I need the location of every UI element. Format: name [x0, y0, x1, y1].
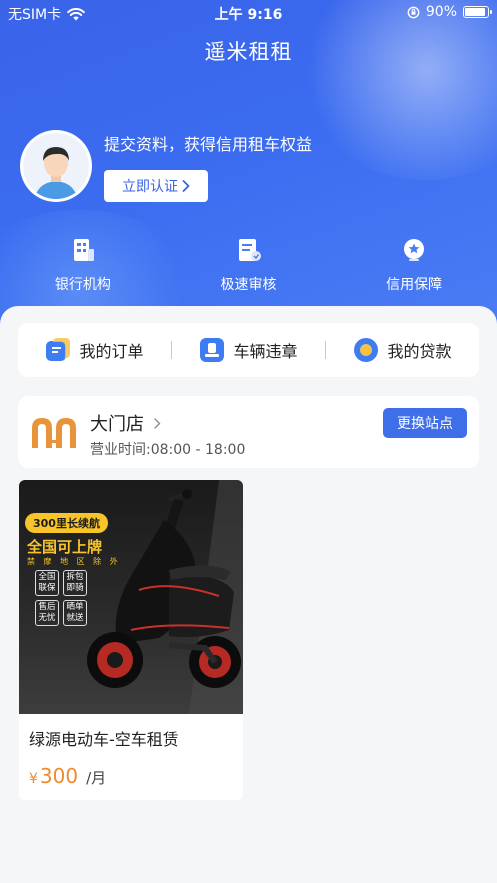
battery-percent: 90% [425, 4, 457, 20]
price-currency: ¥ [29, 771, 38, 787]
feature-fast-review[interactable]: 极速审核 [166, 236, 332, 296]
chevron-right-icon [154, 417, 161, 429]
store-name: 大门店 [90, 414, 144, 435]
product-image: 300里长续航 全国可上牌 禁 摩 地 区 除 外 全国联保 拆包即骑 售后无忧… [19, 480, 243, 714]
credit-shield-icon [404, 239, 425, 261]
verify-now-label: 立即认证 [122, 179, 178, 195]
user-avatar-icon [23, 133, 89, 199]
electric-scooter-illustration [87, 480, 243, 714]
orientation-lock-icon [407, 6, 420, 18]
quick-action-label: 车辆违章 [233, 342, 298, 361]
order-icon [46, 338, 71, 361]
verify-now-button[interactable]: 立即认证 [104, 170, 208, 202]
feature-label: 银行机构 [54, 277, 111, 293]
battery-level [465, 8, 485, 16]
change-station-button[interactable]: 更换站点 [383, 408, 467, 438]
page-title: 遥米租租 [204, 40, 293, 64]
bank-building-icon [73, 239, 94, 261]
loan-icon [354, 338, 379, 362]
avatar[interactable] [20, 130, 92, 202]
verify-promo-text: 提交资料，获得信用租车权益 [104, 135, 313, 154]
product-price: ¥ 300 /月 [29, 764, 106, 788]
product-card[interactable]: 300里长续航 全国可上牌 禁 摩 地 区 除 外 全国联保 拆包即骑 售后无忧… [19, 480, 243, 800]
quick-action-label: 我的订单 [79, 342, 144, 361]
my-loans-button[interactable]: 我的贷款 [326, 337, 479, 363]
quick-action-label: 我的贷款 [387, 342, 452, 361]
store-card: 大门店 营业时间:08:00 - 18:00 更换站点 [18, 396, 479, 468]
store-name-link[interactable]: 大门店 [90, 410, 161, 436]
my-orders-button[interactable]: 我的订单 [18, 337, 171, 363]
hero-glow [297, 0, 497, 180]
chevron-right-icon [182, 180, 190, 192]
price-amount: 300 [39, 764, 79, 788]
feature-row: 银行机构 极速审核 信用保障 [0, 236, 497, 296]
status-bar: 无SIM卡 上午 9:16 90% [0, 0, 497, 26]
feature-credit-guarantee[interactable]: 信用保障 [331, 236, 497, 296]
store-hours: 营业时间:08:00 - 18:00 [90, 442, 246, 458]
feature-label: 信用保障 [386, 277, 443, 293]
vehicle-violations-button[interactable]: 车辆违章 [172, 337, 325, 363]
feature-label: 极速审核 [220, 277, 277, 293]
store-logo [32, 418, 76, 448]
main-content: 我的订单 车辆违章 我的贷款 大门店 营业时间:08:00 - 18:00 更换… [0, 306, 497, 883]
quick-actions-card: 我的订单 车辆违章 我的贷款 [18, 323, 479, 377]
document-review-icon [238, 239, 261, 261]
violation-icon [200, 338, 225, 362]
product-title: 绿源电动车-空车租赁 [29, 730, 179, 749]
hero-header: 无SIM卡 上午 9:16 90% 遥米租租 提交资料，获得信用租车权益 立即认… [0, 0, 497, 340]
price-unit: /月 [86, 769, 107, 787]
battery-icon [463, 6, 492, 18]
feature-bank-institution[interactable]: 银行机构 [0, 236, 166, 296]
